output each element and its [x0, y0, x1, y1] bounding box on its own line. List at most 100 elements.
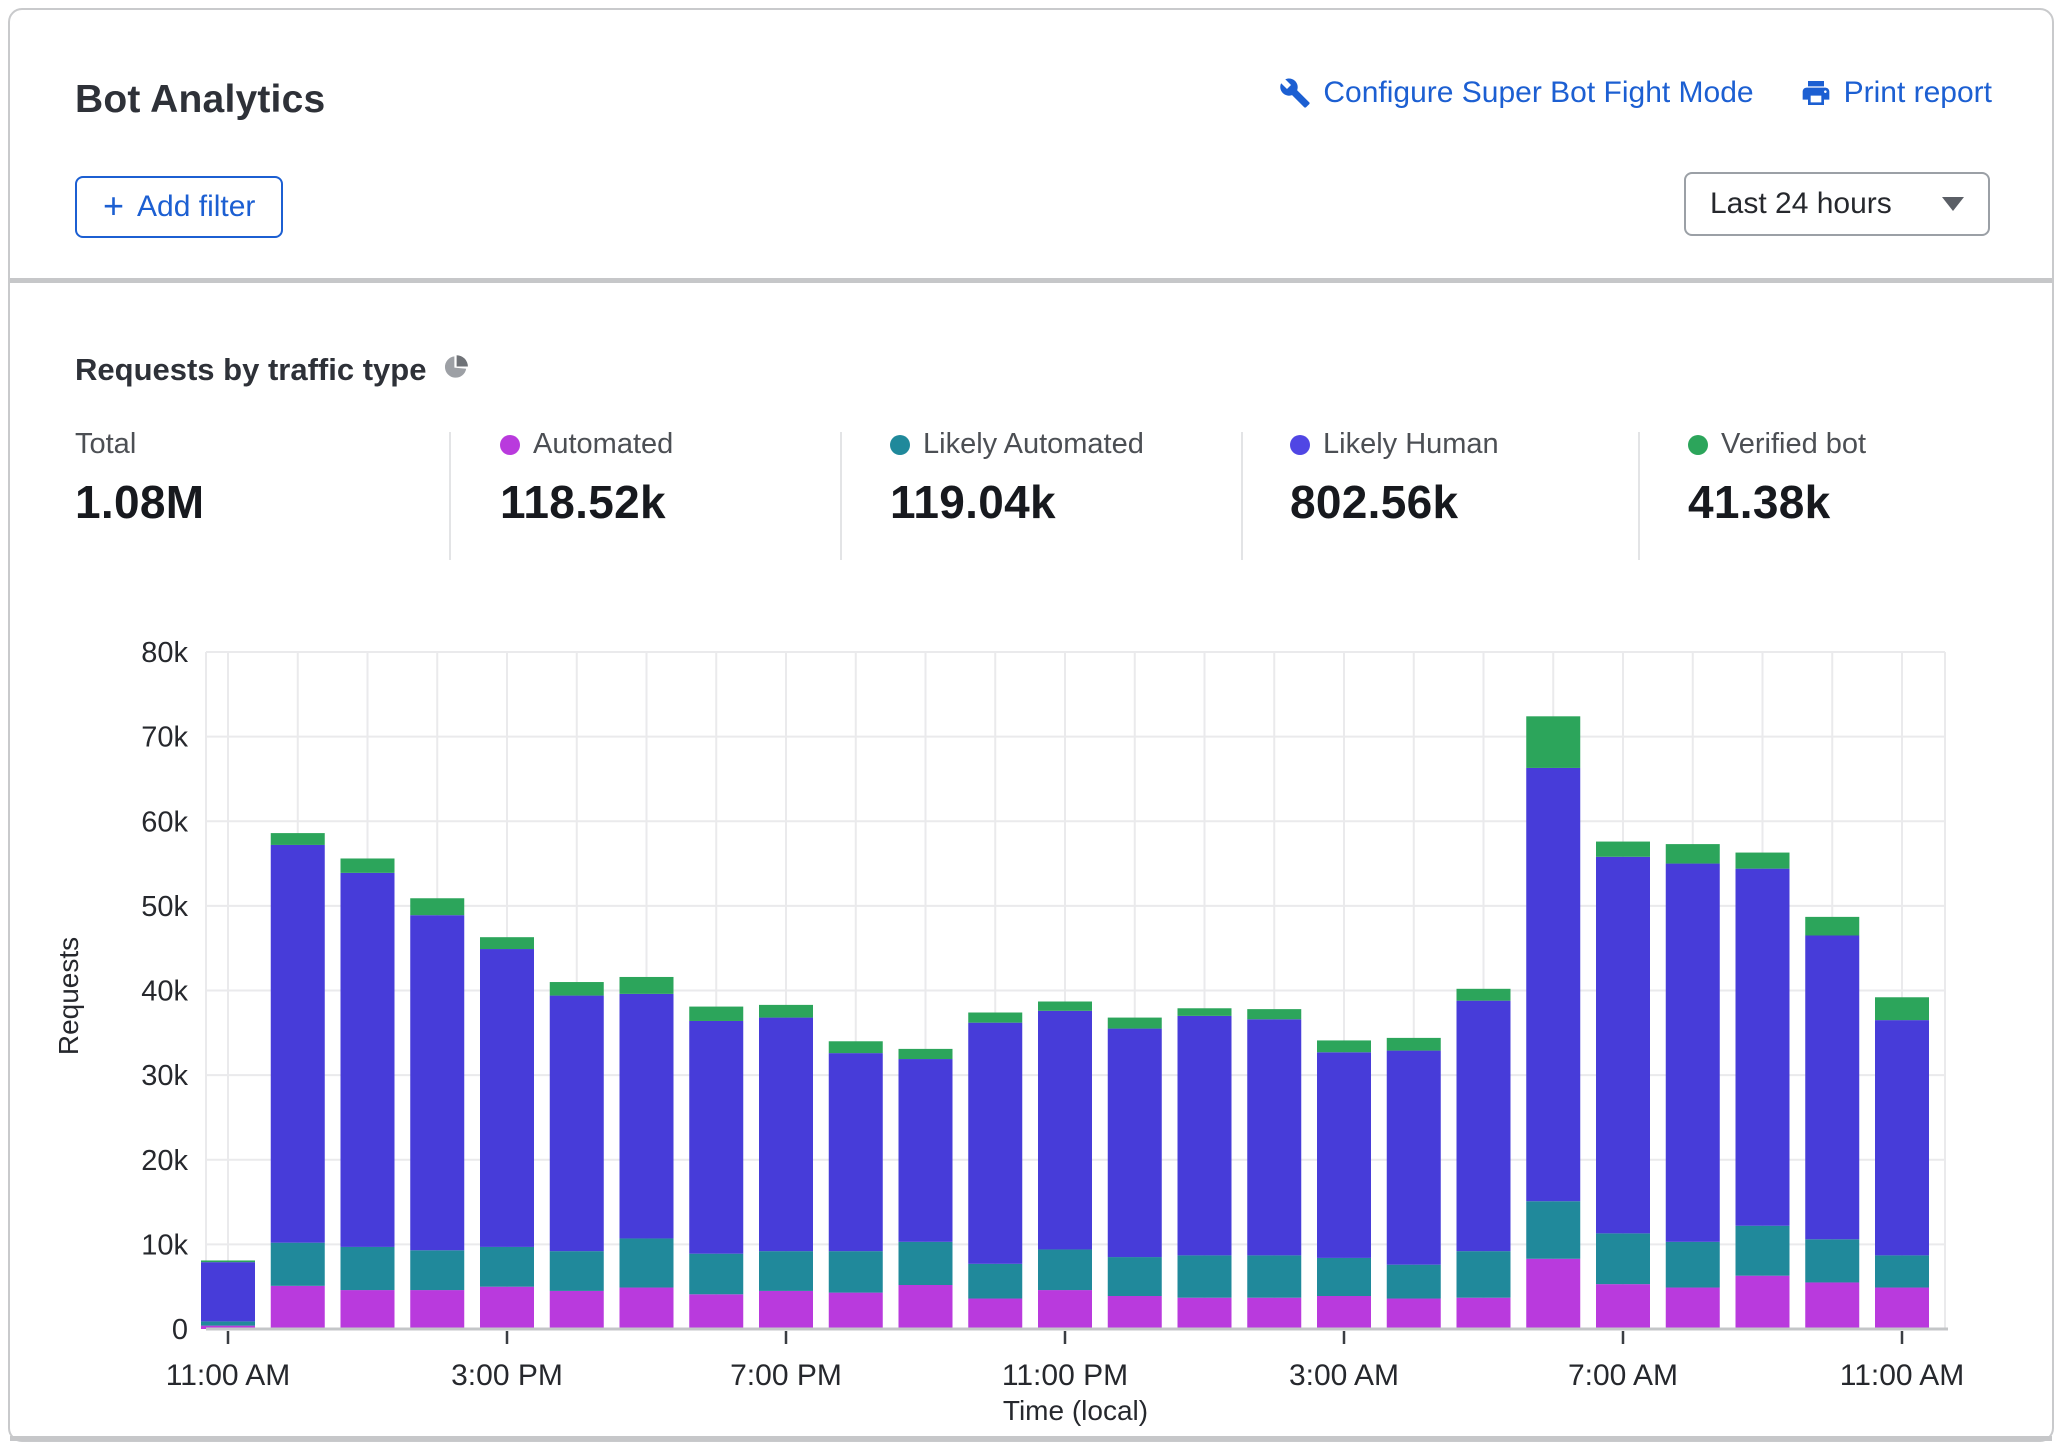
- stat-likely-human[interactable]: Likely Human802.56k: [1290, 428, 1499, 529]
- bar-segment-verified-bot[interactable]: [341, 858, 395, 872]
- bar-segment-automated[interactable]: [1178, 1298, 1232, 1329]
- bar-segment-likely-automated[interactable]: [1178, 1255, 1232, 1297]
- bar-segment-likely-human[interactable]: [689, 1021, 743, 1254]
- bar-segment-likely-automated[interactable]: [1805, 1239, 1859, 1282]
- bar-segment-verified-bot[interactable]: [689, 1007, 743, 1021]
- bar-segment-likely-human[interactable]: [550, 996, 604, 1252]
- bar-segment-likely-automated[interactable]: [1666, 1242, 1720, 1288]
- configure-super-bot-fight-mode-link[interactable]: Configure Super Bot Fight Mode: [1279, 76, 1753, 110]
- bar-segment-likely-human[interactable]: [1178, 1016, 1232, 1255]
- bar-segment-verified-bot[interactable]: [1457, 989, 1511, 1001]
- requests-by-traffic-type-chart[interactable]: 010k20k30k40k50k60k70k80k11:00 AM3:00 PM…: [0, 600, 2062, 1430]
- bar-segment-likely-human[interactable]: [1875, 1020, 1929, 1255]
- bar-segment-likely-human[interactable]: [341, 873, 395, 1247]
- bar-segment-likely-automated[interactable]: [620, 1238, 674, 1287]
- bar-segment-likely-human[interactable]: [1736, 869, 1790, 1226]
- bar-segment-automated[interactable]: [1457, 1298, 1511, 1329]
- bar-segment-automated[interactable]: [1317, 1296, 1371, 1329]
- bar-segment-verified-bot[interactable]: [1108, 1018, 1162, 1029]
- add-filter-button[interactable]: + Add filter: [75, 176, 283, 238]
- bar-segment-automated[interactable]: [550, 1291, 604, 1329]
- bar-segment-automated[interactable]: [1526, 1259, 1580, 1329]
- bar-segment-verified-bot[interactable]: [271, 833, 325, 845]
- bar-segment-likely-automated[interactable]: [689, 1254, 743, 1295]
- bar-segment-verified-bot[interactable]: [1387, 1038, 1441, 1051]
- bar-segment-likely-human[interactable]: [620, 994, 674, 1239]
- bar-segment-likely-automated[interactable]: [550, 1251, 604, 1291]
- stat-total[interactable]: Total1.08M: [75, 428, 204, 529]
- bar-segment-automated[interactable]: [480, 1287, 534, 1329]
- bar-segment-likely-automated[interactable]: [968, 1264, 1022, 1299]
- stat-likely-automated[interactable]: Likely Automated119.04k: [890, 428, 1144, 529]
- bar-segment-automated[interactable]: [689, 1294, 743, 1329]
- bar-segment-automated[interactable]: [1805, 1282, 1859, 1329]
- bar-segment-automated[interactable]: [1875, 1288, 1929, 1329]
- bar-segment-verified-bot[interactable]: [1038, 1002, 1092, 1011]
- bar-segment-verified-bot[interactable]: [968, 1013, 1022, 1023]
- bar-segment-automated[interactable]: [899, 1285, 953, 1329]
- bar-segment-verified-bot[interactable]: [829, 1041, 883, 1053]
- bar-segment-likely-human[interactable]: [899, 1059, 953, 1242]
- bar-segment-automated[interactable]: [1108, 1296, 1162, 1329]
- bar-segment-likely-automated[interactable]: [759, 1251, 813, 1291]
- bar-segment-automated[interactable]: [341, 1290, 395, 1329]
- bar-segment-likely-human[interactable]: [1596, 857, 1650, 1234]
- bar-segment-likely-human[interactable]: [1247, 1019, 1301, 1255]
- time-range-dropdown[interactable]: Last 24 hours: [1684, 172, 1990, 236]
- bar-segment-likely-automated[interactable]: [1108, 1257, 1162, 1296]
- bar-segment-likely-automated[interactable]: [1875, 1255, 1929, 1287]
- bar-segment-likely-automated[interactable]: [1596, 1233, 1650, 1284]
- bar-segment-likely-human[interactable]: [1108, 1029, 1162, 1257]
- bar-segment-verified-bot[interactable]: [899, 1049, 953, 1059]
- stat-verified-bot[interactable]: Verified bot41.38k: [1688, 428, 1866, 529]
- bar-segment-likely-human[interactable]: [1805, 935, 1859, 1239]
- bar-segment-verified-bot[interactable]: [1666, 844, 1720, 863]
- bar-segment-automated[interactable]: [1736, 1276, 1790, 1329]
- bar-segment-likely-automated[interactable]: [1736, 1226, 1790, 1276]
- requests-chart[interactable]: 010k20k30k40k50k60k70k80k11:00 AM3:00 PM…: [0, 600, 2062, 1430]
- bar-segment-automated[interactable]: [410, 1290, 464, 1329]
- bar-segment-automated[interactable]: [968, 1299, 1022, 1329]
- bar-segment-automated[interactable]: [1038, 1290, 1092, 1329]
- bar-segment-automated[interactable]: [1247, 1298, 1301, 1329]
- bar-segment-likely-automated[interactable]: [1457, 1251, 1511, 1298]
- bar-segment-verified-bot[interactable]: [1805, 917, 1859, 936]
- bar-segment-likely-human[interactable]: [1666, 864, 1720, 1242]
- bar-segment-automated[interactable]: [620, 1288, 674, 1329]
- bar-segment-likely-human[interactable]: [968, 1023, 1022, 1264]
- bar-segment-verified-bot[interactable]: [550, 982, 604, 996]
- bar-segment-automated[interactable]: [759, 1291, 813, 1329]
- bar-segment-verified-bot[interactable]: [620, 977, 674, 994]
- bar-segment-likely-human[interactable]: [759, 1018, 813, 1252]
- bar-segment-automated[interactable]: [829, 1293, 883, 1329]
- bar-segment-automated[interactable]: [1387, 1299, 1441, 1329]
- bar-segment-likely-human[interactable]: [1526, 768, 1580, 1201]
- bar-segment-likely-automated[interactable]: [341, 1247, 395, 1290]
- bar-segment-automated[interactable]: [1666, 1288, 1720, 1329]
- bar-segment-verified-bot[interactable]: [1596, 842, 1650, 857]
- bar-segment-verified-bot[interactable]: [1178, 1008, 1232, 1016]
- bar-segment-verified-bot[interactable]: [1736, 853, 1790, 869]
- bar-segment-likely-automated[interactable]: [410, 1250, 464, 1290]
- bar-segment-likely-human[interactable]: [1317, 1052, 1371, 1258]
- bar-segment-likely-human[interactable]: [829, 1053, 883, 1251]
- bar-segment-verified-bot[interactable]: [201, 1260, 255, 1262]
- bar-segment-verified-bot[interactable]: [1247, 1009, 1301, 1019]
- bar-segment-likely-automated[interactable]: [1247, 1255, 1301, 1297]
- bar-segment-verified-bot[interactable]: [410, 898, 464, 915]
- bar-segment-likely-automated[interactable]: [201, 1321, 255, 1325]
- bar-segment-automated[interactable]: [1596, 1284, 1650, 1329]
- bar-segment-likely-human[interactable]: [201, 1262, 255, 1321]
- bar-segment-likely-automated[interactable]: [271, 1243, 325, 1286]
- bar-segment-likely-automated[interactable]: [829, 1251, 883, 1292]
- bar-segment-likely-human[interactable]: [1038, 1011, 1092, 1250]
- bar-segment-likely-automated[interactable]: [899, 1242, 953, 1285]
- bar-segment-likely-automated[interactable]: [1387, 1265, 1441, 1299]
- print-report-link[interactable]: Print report: [1800, 76, 1992, 110]
- bar-segment-likely-human[interactable]: [480, 949, 534, 1247]
- bar-segment-likely-human[interactable]: [271, 845, 325, 1243]
- bar-segment-verified-bot[interactable]: [480, 937, 534, 949]
- bar-segment-likely-human[interactable]: [1387, 1051, 1441, 1265]
- bar-segment-verified-bot[interactable]: [1875, 997, 1929, 1020]
- bar-segment-likely-automated[interactable]: [1526, 1201, 1580, 1259]
